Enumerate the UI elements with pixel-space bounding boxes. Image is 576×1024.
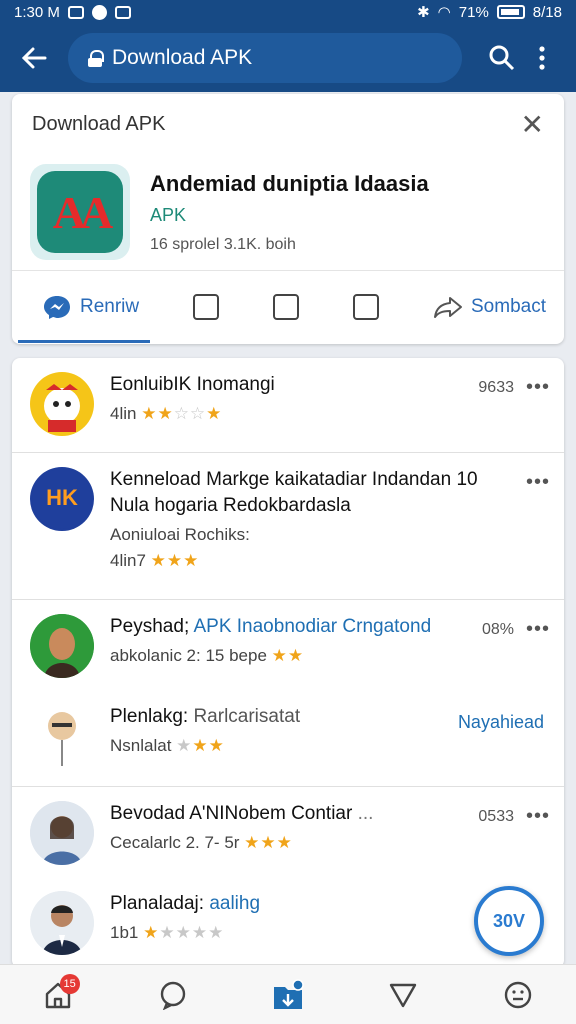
rating-stars: ★★ bbox=[192, 736, 225, 755]
rating-stars-empty: ★ bbox=[176, 736, 193, 755]
list-item[interactable]: EonluibIK Inomangi 4lin ★★☆☆★ 9633 ••• bbox=[12, 358, 564, 452]
item-title: Kenneload Markge kaikatadiar Indandan 10… bbox=[110, 469, 478, 516]
review-label: Renriw bbox=[80, 296, 140, 317]
search-icon[interactable] bbox=[482, 38, 522, 78]
status-extra: 8/18 bbox=[532, 3, 562, 21]
item-title-accent: aalihg bbox=[209, 893, 261, 914]
action-row: Renriw Sombact bbox=[12, 271, 564, 343]
nav-explore[interactable] bbox=[373, 970, 433, 1020]
list-item[interactable]: Peyshad; APK Inaobnodiar Crngatond abkol… bbox=[12, 600, 564, 690]
item-title: Planaladaj: bbox=[110, 893, 205, 914]
battery-icon bbox=[496, 5, 525, 19]
contact-label: Sombact bbox=[471, 296, 546, 317]
rating-star: ★ bbox=[206, 404, 223, 423]
rating-stars: ★ bbox=[143, 923, 160, 942]
triangle-icon bbox=[389, 983, 417, 1007]
item-action-link[interactable]: Nayahiead bbox=[458, 712, 544, 733]
item-subtitle: 4lin bbox=[110, 404, 137, 423]
item-subtitle: 1b1 bbox=[110, 923, 139, 942]
download-card-title: Download APK bbox=[32, 112, 166, 135]
results-list: EonluibIK Inomangi 4lin ★★☆☆★ 9633 ••• H… bbox=[12, 358, 564, 968]
more-options-icon[interactable]: ••• bbox=[526, 471, 550, 494]
fab-label: 30V bbox=[492, 910, 526, 931]
rating-stars: ★★★ bbox=[150, 551, 200, 570]
signal-battery-label: 71% bbox=[458, 3, 489, 21]
smiley-icon bbox=[505, 981, 532, 1008]
lock-icon bbox=[88, 49, 104, 67]
rating-stars-empty: ☆☆ bbox=[173, 404, 207, 423]
rating-stars: ★★ bbox=[271, 646, 305, 665]
item-count: 0533 bbox=[478, 807, 514, 825]
notification-badge: 15 bbox=[59, 973, 80, 994]
svg-text:HK: HK bbox=[46, 485, 78, 510]
overflow-menu-icon[interactable] bbox=[522, 38, 562, 78]
url-bar[interactable]: Download APK bbox=[68, 33, 462, 83]
avatar bbox=[30, 372, 94, 436]
item-subtitle: Cecalarlc 2. 7- 5r bbox=[110, 833, 240, 852]
item-title-accent: APK Inaobnodiar Crngatond bbox=[193, 616, 432, 637]
review-button[interactable]: Renriw bbox=[42, 294, 139, 320]
wifi-icon: ◠ bbox=[437, 4, 451, 21]
floating-action-button[interactable]: 30V bbox=[474, 886, 544, 956]
item-subtitle: abkolanic 2: 15 bepe bbox=[110, 646, 267, 665]
item-meta: 4lin7 bbox=[110, 551, 146, 570]
download-notification-icon bbox=[114, 5, 131, 19]
item-title: Bevodad A'NINobem Contiar bbox=[110, 803, 353, 824]
download-card: Download APK ✕ AA Andemiad duniptia Idaa… bbox=[12, 94, 564, 344]
share-icon bbox=[434, 297, 462, 318]
bookmark-icon[interactable] bbox=[273, 294, 300, 320]
nav-profile[interactable] bbox=[488, 970, 548, 1020]
more-options-icon[interactable]: ••• bbox=[526, 618, 550, 641]
bluetooth-icon: ✱ bbox=[417, 4, 430, 21]
nav-home[interactable]: 15 bbox=[28, 970, 88, 1020]
avatar bbox=[30, 891, 94, 955]
active-tab-indicator bbox=[18, 340, 150, 343]
avatar bbox=[30, 614, 94, 678]
back-arrow-icon[interactable] bbox=[14, 38, 54, 78]
item-count: 08% bbox=[481, 620, 514, 638]
app-notification-icon bbox=[91, 4, 107, 20]
item-title-secondary: Rarlcarisatat bbox=[193, 706, 301, 727]
app-bar: Download APK bbox=[0, 24, 576, 92]
contact-button[interactable]: Sombact bbox=[433, 295, 546, 319]
list-item[interactable]: Plenlakg: Rarlcarisatat Nsnlalat ★★★ Nay… bbox=[12, 690, 564, 786]
app-type: APK bbox=[150, 204, 187, 225]
item-subtitle: Aoniuloai Rochiks: bbox=[110, 525, 250, 544]
bottom-nav: 15 bbox=[0, 964, 576, 1024]
notification-icon bbox=[67, 5, 84, 19]
item-title-ellipsis: ... bbox=[357, 803, 374, 824]
copy-icon[interactable] bbox=[193, 294, 220, 320]
item-title: Peyshad; bbox=[110, 616, 190, 637]
avatar bbox=[30, 704, 94, 768]
nav-downloads[interactable] bbox=[258, 970, 318, 1020]
rating-stars: ★★★ bbox=[244, 833, 293, 852]
status-time: 1:30 M bbox=[14, 3, 60, 21]
list-item[interactable]: Bevodad A'NINobem Contiar ... Cecalarlc … bbox=[12, 787, 564, 877]
avatar bbox=[30, 801, 94, 865]
url-label: Download APK bbox=[112, 46, 253, 69]
item-title: Plenlakg: bbox=[110, 706, 189, 727]
emoji-icon[interactable] bbox=[353, 294, 380, 320]
app-info: 16 sprolel 3.1K. boih bbox=[150, 235, 296, 253]
more-options-icon[interactable]: ••• bbox=[526, 805, 550, 828]
rating-stars-empty: ★★★★ bbox=[159, 923, 225, 942]
item-subtitle: Nsnlalat bbox=[110, 736, 172, 755]
messenger-icon bbox=[44, 296, 70, 319]
status-bar: 1:30 M ✱ ◠ 71% 8/18 bbox=[0, 0, 576, 24]
downloads-icon bbox=[273, 978, 304, 1009]
avatar: HK bbox=[30, 467, 94, 531]
chat-icon bbox=[160, 981, 185, 1010]
close-icon[interactable]: ✕ bbox=[521, 108, 544, 141]
list-item[interactable]: HK Kenneload Markge kaikatadiar Indandan… bbox=[12, 453, 564, 599]
more-options-icon[interactable]: ••• bbox=[526, 376, 550, 399]
nav-chat[interactable] bbox=[143, 970, 203, 1020]
app-name: Andemiad duniptia Idaasia bbox=[150, 170, 429, 196]
item-count: 9633 bbox=[478, 378, 514, 396]
app-logo-icon: AA bbox=[30, 164, 130, 260]
rating-stars: ★★ bbox=[141, 404, 174, 423]
